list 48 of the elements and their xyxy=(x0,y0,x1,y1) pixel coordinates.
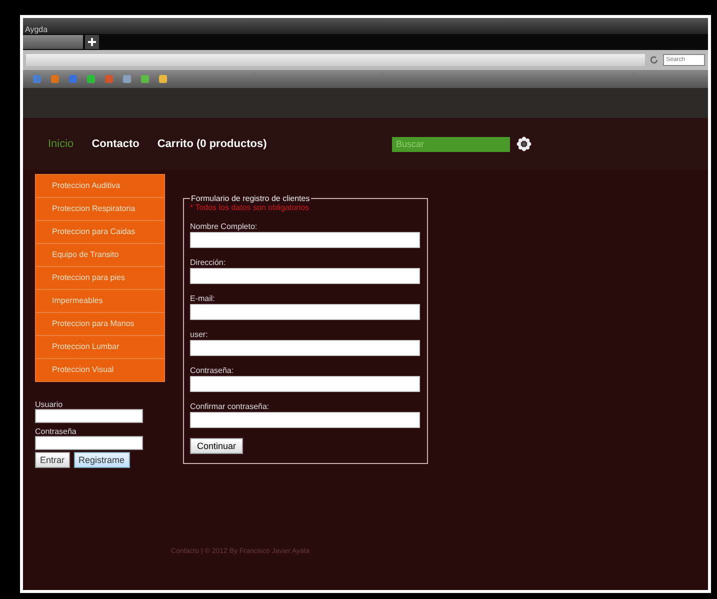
field-label: Usuario xyxy=(35,400,64,409)
input-field[interactable] xyxy=(35,436,143,450)
login-button[interactable]: Registrame xyxy=(74,452,130,468)
refresh-icon[interactable] xyxy=(649,55,659,65)
input-field[interactable] xyxy=(190,340,420,356)
plus-icon xyxy=(88,38,96,46)
toolbar-icon[interactable] xyxy=(141,75,149,83)
toolbar-icon[interactable] xyxy=(51,75,59,83)
toolbar-icon[interactable] xyxy=(159,75,167,83)
toolbar-icon[interactable] xyxy=(105,75,113,83)
login-button[interactable]: Entrar xyxy=(35,452,70,468)
category-item[interactable]: Proteccion para Manos xyxy=(36,313,164,336)
input-field[interactable] xyxy=(190,304,420,320)
field-label: E-mail: xyxy=(190,294,216,303)
continue-button[interactable]: Continuar xyxy=(190,438,244,454)
toolbar-icon[interactable] xyxy=(69,75,77,83)
category-item[interactable]: Proteccion para pies xyxy=(36,267,164,290)
toolbar-icon[interactable] xyxy=(123,75,131,83)
nav-link[interactable]: Carrito (0 productos) xyxy=(157,138,267,150)
category-item[interactable]: Impermeables xyxy=(36,290,164,313)
site-search-field[interactable]: Buscar xyxy=(392,136,510,152)
category-item[interactable]: Proteccion Respiratoria xyxy=(36,198,164,221)
input-field[interactable] xyxy=(190,268,420,284)
required-note: * Todos los datos son obligatorios xyxy=(190,203,310,212)
field-label: user: xyxy=(190,330,209,339)
field-label: Contraseña xyxy=(35,427,78,436)
window-title: Aygda xyxy=(25,25,48,34)
category-item[interactable]: Proteccion Auditiva xyxy=(36,175,164,198)
input-field[interactable] xyxy=(190,232,420,248)
category-item[interactable]: Proteccion Visual xyxy=(36,359,164,381)
toolbar-icon[interactable] xyxy=(33,75,41,83)
address-bar[interactable] xyxy=(26,54,645,66)
nav-link[interactable]: Inicio xyxy=(48,138,74,150)
input-field[interactable] xyxy=(190,412,420,428)
field-label: Contraseña: xyxy=(190,366,235,375)
toolbar-icon[interactable] xyxy=(87,75,95,83)
field-label: Nombre Completo: xyxy=(190,222,258,231)
input-field[interactable] xyxy=(35,409,143,423)
category-item[interactable]: Equipo de Transito xyxy=(36,244,164,267)
field-label: Dirección: xyxy=(190,258,227,267)
new-tab-button[interactable] xyxy=(85,35,99,49)
category-item[interactable]: Proteccion para Caidas xyxy=(36,221,164,244)
flower-icon[interactable] xyxy=(516,136,532,152)
field-label: Confirmar contraseña: xyxy=(190,402,270,411)
input-field[interactable] xyxy=(190,376,420,392)
nav-link[interactable]: Contacto xyxy=(92,138,140,150)
category-item[interactable]: Proteccion Lumbar xyxy=(36,336,164,359)
form-legend: Formulario de registro de clientes xyxy=(190,194,311,203)
